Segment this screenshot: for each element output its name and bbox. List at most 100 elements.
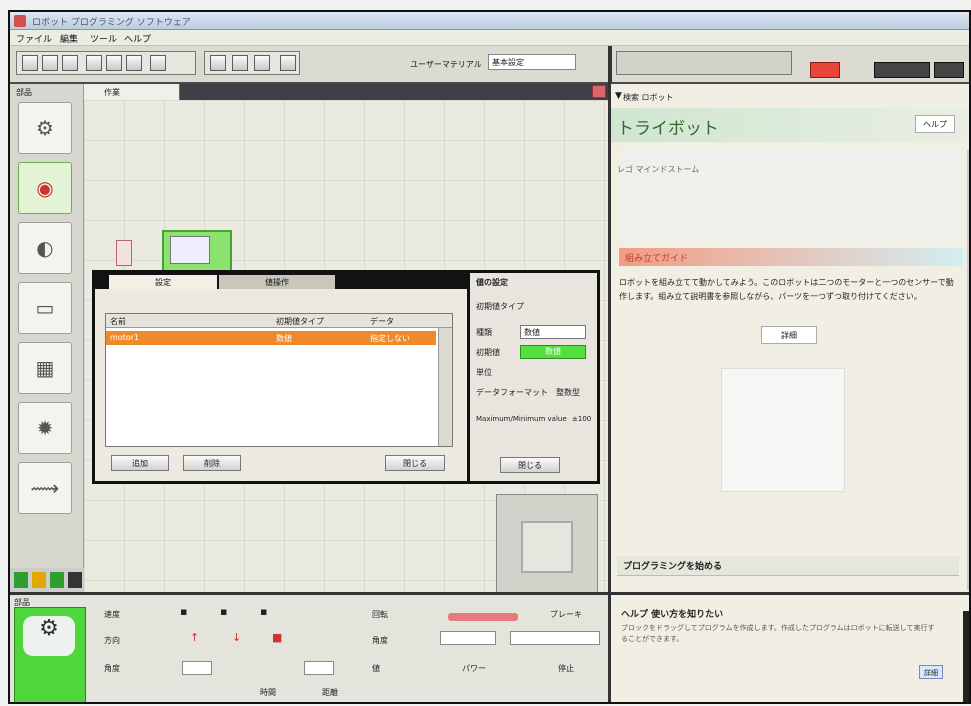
run-button[interactable] <box>874 62 930 78</box>
palette-item-wheel[interactable]: ◐ <box>18 222 72 274</box>
palette-item-sensor[interactable]: ◉ <box>18 162 72 214</box>
rotation-label: 回転 <box>372 610 388 619</box>
status-yellow-icon[interactable] <box>32 572 46 588</box>
tab-workspace[interactable]: 作業 <box>84 84 180 100</box>
zoom-tool-icon[interactable] <box>280 55 296 71</box>
help-more-button[interactable]: 詳細 <box>919 665 943 679</box>
delete-button[interactable]: 削除 <box>183 455 241 471</box>
panel-icon: ▭ <box>35 296 55 320</box>
banner-caption: レゴ マインドストーム <box>617 165 700 174</box>
save-file-icon[interactable] <box>62 55 78 71</box>
arrow-up-icon[interactable]: ↑ <box>190 631 199 644</box>
arrow-down-icon[interactable]: ↓ <box>232 631 241 644</box>
data-format-label: データフォーマット <box>476 388 548 397</box>
time-field[interactable] <box>510 631 600 645</box>
breadcrumb-arrow-icon[interactable]: ▼ <box>615 91 622 101</box>
robot-icon: ⚙ <box>23 616 75 656</box>
menu-tools[interactable]: ツール <box>90 32 117 45</box>
variables-table: 名前 初期値タイプ データ motor1 数値 指定しない <box>105 313 453 447</box>
power-slider[interactable] <box>448 613 518 621</box>
angle-field[interactable] <box>182 661 212 675</box>
paste-icon[interactable] <box>126 55 142 71</box>
new-file-icon[interactable] <box>22 55 38 71</box>
initial-value-field[interactable]: 数値 <box>520 345 586 359</box>
tab-value-operations[interactable]: 値操作 <box>219 275 335 289</box>
pointer-tool-icon[interactable] <box>210 55 226 71</box>
palette-item-arm[interactable]: ⟿ <box>18 462 72 514</box>
minimap-viewport[interactable] <box>521 521 573 573</box>
distance-label: 距離 <box>322 688 338 697</box>
close-icon[interactable] <box>592 85 606 98</box>
stop-button[interactable] <box>934 62 964 78</box>
main-toolbar: ユーザーマテリアル 基本設定 <box>10 46 610 84</box>
palette-item-motor[interactable]: ⚙ <box>18 102 72 154</box>
type-select[interactable]: 数値 <box>520 325 586 339</box>
column-header-data[interactable]: データ <box>370 316 394 327</box>
data-format-value[interactable]: 整数型 <box>556 387 580 398</box>
cut-icon[interactable] <box>86 55 102 71</box>
profile-select[interactable]: 基本設定 <box>488 54 576 70</box>
brake-label: ブレーキ <box>550 610 582 619</box>
undo-icon[interactable] <box>150 55 166 71</box>
open-file-icon[interactable] <box>42 55 58 71</box>
stop-icon[interactable]: ■ <box>272 631 282 644</box>
status-green2-icon[interactable] <box>50 572 64 588</box>
row-type-cell: 数値 <box>276 334 292 343</box>
assembly-description: ロボットを組み立てて動かしてみよう。このロボットは二つのモーターと一つのセンサー… <box>619 278 954 301</box>
window-title: ロボット プログラミング ソフトウェア <box>32 18 191 28</box>
arm-icon: ⟿ <box>30 476 60 500</box>
help-button[interactable]: ヘルプ <box>915 115 955 133</box>
right-toolbar-group <box>616 51 792 75</box>
status-green-icon[interactable] <box>14 572 28 588</box>
status-dark-icon[interactable] <box>68 572 82 588</box>
port-b-icon[interactable]: ▪ <box>220 605 227 618</box>
menu-edit[interactable]: 編集 <box>60 32 78 45</box>
props-close-button[interactable]: 閉じる <box>500 457 560 473</box>
palette-item-controller[interactable]: ▦ <box>18 342 72 394</box>
help-answer: ブロックをドラッグしてプログラムを作成します。作成したプログラムはロボットに転送… <box>621 624 935 643</box>
help-area: ヘルプ 使い方を知りたい ブロックをドラッグしてプログラムを作成します。作成した… <box>611 595 969 702</box>
power-field[interactable] <box>440 631 496 645</box>
help-side-bar <box>963 611 969 702</box>
palette-header: 部品 <box>16 88 32 97</box>
rotation-field[interactable] <box>304 661 334 675</box>
copy-icon[interactable] <box>106 55 122 71</box>
add-button[interactable]: 追加 <box>111 455 169 471</box>
range-value[interactable]: ±100 <box>572 415 591 423</box>
initial-type-label: 初期値タイプ <box>476 302 524 311</box>
assembly-guide-label: 組み立てガイド <box>625 254 689 264</box>
value-label: 値 <box>372 664 380 673</box>
close-button[interactable]: 閉じる <box>385 455 445 471</box>
port-a-icon[interactable]: ▪ <box>180 605 187 618</box>
menu-file[interactable]: ファイル <box>16 32 52 45</box>
details-button[interactable]: 詳細 <box>761 326 817 344</box>
table-row[interactable]: motor1 数値 指定しない <box>106 331 436 345</box>
initial-value-label: 初期値 <box>476 348 500 357</box>
column-header-type[interactable]: 初期値タイプ <box>276 316 324 327</box>
programming-section-header: プログラミングを始める <box>617 556 959 576</box>
download-button[interactable] <box>810 62 840 78</box>
speed-label: 速度 <box>104 610 120 619</box>
menu-bar: ファイル 編集 ツール ヘルプ <box>10 30 969 46</box>
page-title: トライボット <box>617 119 719 139</box>
tab-settings[interactable]: 設定 <box>109 275 217 289</box>
table-scrollbar[interactable] <box>438 328 452 446</box>
info-scrollbar[interactable] <box>967 150 969 590</box>
move-block-icon <box>170 236 210 264</box>
parts-palette: 部品 ⚙ ◉ ◐ ▭ ▦ ✹ ⟿ <box>10 84 84 592</box>
column-header-name[interactable]: 名前 <box>110 316 126 327</box>
start-block[interactable] <box>116 240 132 266</box>
breadcrumb[interactable]: 検索 ロボット <box>623 92 674 103</box>
minimap[interactable] <box>496 494 598 602</box>
range-label: Maximum/Minimum value <box>476 415 567 423</box>
comment-tool-icon[interactable] <box>254 55 270 71</box>
controller-icon: ▦ <box>35 356 55 380</box>
menu-help[interactable]: ヘルプ <box>124 32 151 45</box>
palette-item-panel[interactable]: ▭ <box>18 282 72 334</box>
pan-tool-icon[interactable] <box>232 55 248 71</box>
unit-label: 単位 <box>476 368 492 377</box>
palette-item-gear[interactable]: ✹ <box>18 402 72 454</box>
power-label: パワー <box>462 664 486 673</box>
port-c-icon[interactable]: ▪ <box>260 605 267 618</box>
app-icon <box>14 15 26 27</box>
